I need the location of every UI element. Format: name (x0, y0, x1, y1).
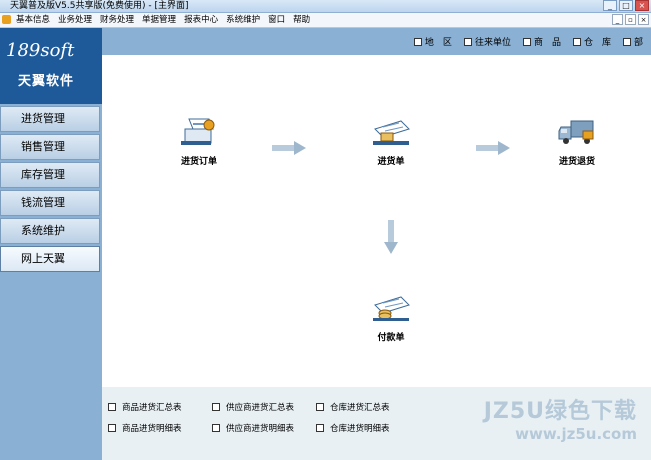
purchase-return-truck-icon (558, 120, 594, 144)
report-label: 商品进货明细表 (122, 424, 182, 434)
menu-bar: 基本信息 业务处理 财务处理 单据管理 报表中心 系统维护 窗口 帮助 _ ▫ … (0, 13, 651, 28)
menu-window[interactable]: 窗口 (268, 13, 285, 27)
menu-documents[interactable]: 单据管理 (142, 13, 176, 27)
filter-partner[interactable]: 往来单位 (463, 35, 511, 48)
menu-help[interactable]: 帮助 (293, 13, 310, 27)
window-controls: _ □ × (603, 0, 649, 11)
checkbox[interactable] (212, 424, 220, 432)
checkbox[interactable] (108, 424, 116, 432)
app-icon (2, 15, 11, 24)
menu-finance[interactable]: 财务处理 (100, 13, 134, 27)
checkbox[interactable] (316, 424, 324, 432)
flow-canvas: 进货订单 进货单 进货退货 付款单 (102, 55, 651, 387)
filter-bar: 地 区 往来单位 商 品 仓 库 部 (102, 28, 651, 55)
minimize-button[interactable]: _ (603, 0, 617, 11)
flow-node-purchase-order[interactable]: 进货订单 (164, 115, 234, 167)
checkbox[interactable] (108, 403, 116, 411)
checkbox[interactable] (316, 403, 324, 411)
logo-text-latin: 189soft (6, 40, 75, 61)
payment-bill-icon (373, 296, 410, 321)
sidebar-item-sales[interactable]: 销售管理 (0, 134, 100, 160)
title-bar: 天翼普及版V5.5共享版(免费使用) - [主界面] _ □ × (0, 0, 651, 13)
reports-panel: 商品进货汇总表 供应商进货汇总表 仓库进货汇总表 商品进货明细表 供应商进货明细… (102, 387, 651, 460)
mdi-close-button[interactable]: × (638, 14, 649, 25)
sidebar-item-purchase[interactable]: 进货管理 (0, 106, 100, 132)
maximize-button[interactable]: □ (619, 0, 633, 11)
report-supplier-summary[interactable]: 供应商进货汇总表 (212, 401, 316, 413)
checkbox[interactable] (212, 403, 220, 411)
watermark: JZ5U绿色下载 www.jz5u.com (484, 393, 637, 443)
checkbox[interactable] (413, 37, 422, 46)
filter-warehouse[interactable]: 仓 库 (572, 35, 611, 48)
flow-node-label: 进货单 (377, 157, 405, 167)
flow-node-label: 进货订单 (180, 157, 217, 167)
menu-basic-info[interactable]: 基本信息 (16, 13, 50, 27)
report-label: 供应商进货明细表 (226, 424, 295, 434)
report-warehouse-summary[interactable]: 仓库进货汇总表 (316, 401, 416, 413)
logo-text-cn: 天翼软件 (18, 74, 75, 89)
close-button[interactable]: × (635, 0, 649, 11)
menu-system[interactable]: 系统维护 (226, 13, 260, 27)
filter-region[interactable]: 地 区 (413, 35, 452, 48)
flow-arrow-right-icon (476, 141, 510, 155)
filter-label: 往来单位 (474, 38, 511, 48)
filter-department[interactable]: 部 (622, 35, 643, 48)
watermark-line2: www.jz5u.com (515, 425, 637, 443)
report-label: 供应商进货汇总表 (226, 403, 295, 413)
menu-business[interactable]: 业务处理 (58, 13, 92, 27)
sidebar-item-online[interactable]: 网上天翼 (0, 246, 100, 272)
purchase-order-icon (181, 118, 215, 145)
window-title: 天翼普及版V5.5共享版(免费使用) - [主界面] (10, 1, 189, 11)
flow-node-label: 进货退货 (558, 157, 595, 167)
sidebar-item-inventory[interactable]: 库存管理 (0, 162, 100, 188)
flow-node-purchase-return[interactable]: 进货退货 (542, 115, 612, 167)
report-label: 仓库进货明细表 (330, 424, 390, 434)
flow-arrow-down-icon (384, 220, 398, 254)
mdi-restore-button[interactable]: ▫ (625, 14, 636, 25)
filter-product[interactable]: 商 品 (522, 35, 561, 48)
filter-label: 部 (633, 38, 643, 48)
sidebar-item-cashflow[interactable]: 钱流管理 (0, 190, 100, 216)
filter-label: 地 区 (424, 38, 452, 48)
flow-node-purchase-bill[interactable]: 进货单 (356, 115, 426, 167)
report-warehouse-detail[interactable]: 仓库进货明细表 (316, 422, 416, 434)
sidebar-nav: 进货管理 销售管理 库存管理 钱流管理 系统维护 网上天翼 (0, 106, 102, 274)
checkbox[interactable] (622, 37, 631, 46)
menu-reports[interactable]: 报表中心 (184, 13, 218, 27)
report-label: 商品进货汇总表 (122, 403, 182, 413)
checkbox[interactable] (463, 37, 472, 46)
filter-label: 仓 库 (583, 38, 611, 48)
watermark-line1: JZ5U绿色下载 (483, 399, 637, 424)
flow-node-label: 付款单 (377, 333, 405, 343)
mdi-controls: _ ▫ × (612, 14, 649, 25)
filter-label: 商 品 (533, 38, 561, 48)
flow-node-payment-bill[interactable]: 付款单 (356, 291, 426, 343)
checkbox[interactable] (572, 37, 581, 46)
mdi-minimize-button[interactable]: _ (612, 14, 623, 25)
checkbox[interactable] (522, 37, 531, 46)
report-supplier-detail[interactable]: 供应商进货明细表 (212, 422, 316, 434)
report-label: 仓库进货汇总表 (330, 403, 390, 413)
sidebar: 189soft 天翼软件 进货管理 销售管理 库存管理 钱流管理 系统维护 网上… (0, 28, 102, 460)
report-product-summary[interactable]: 商品进货汇总表 (108, 401, 212, 413)
brand-logo: 189soft 天翼软件 (0, 28, 102, 104)
flow-arrow-right-icon (272, 141, 306, 155)
purchase-bill-icon (373, 120, 410, 145)
report-product-detail[interactable]: 商品进货明细表 (108, 422, 212, 434)
sidebar-item-system[interactable]: 系统维护 (0, 218, 100, 244)
